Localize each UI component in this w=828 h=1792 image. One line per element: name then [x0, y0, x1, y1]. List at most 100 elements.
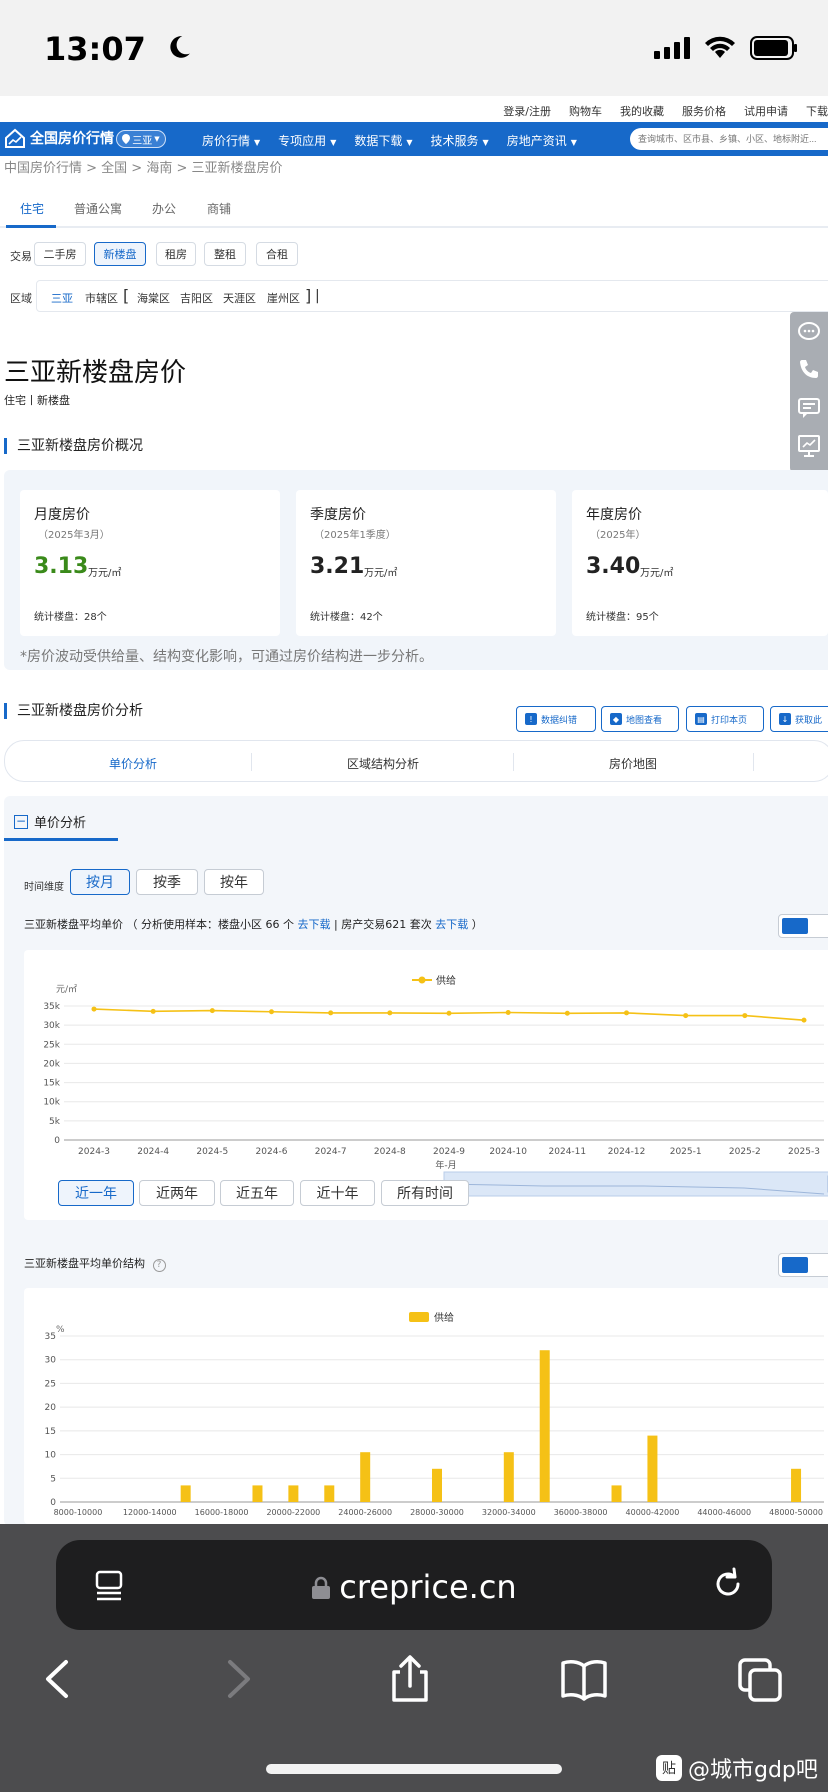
- url-value: creprice.cn: [339, 1568, 517, 1606]
- nav-price-trend[interactable]: 房价行情 ▼: [202, 132, 260, 149]
- utility-bar: 登录/注册 购物车 我的收藏 服务价格 试用申请 下载: [0, 96, 828, 122]
- caret-down-icon: ▼: [482, 138, 489, 147]
- region-jiyang[interactable]: 吉阳区: [180, 290, 213, 306]
- card-count: 统计楼盘：28个: [34, 612, 107, 623]
- back-icon[interactable]: [36, 1654, 84, 1704]
- range-all-button[interactable]: 所有时间: [381, 1180, 469, 1206]
- cart-link[interactable]: 购物车: [569, 103, 602, 119]
- phone-icon[interactable]: [797, 358, 821, 382]
- subtab-price-map[interactable]: 房价地图: [609, 755, 657, 772]
- subtab-divider: [513, 753, 514, 771]
- legend-label: 供给: [436, 974, 456, 987]
- trial-link[interactable]: 试用申请: [744, 103, 788, 119]
- nav-data-download[interactable]: 数据下载 ▼: [354, 132, 412, 149]
- y-tick-label: 10: [45, 1451, 57, 1461]
- caret-down-icon: ▼: [570, 138, 577, 147]
- range-10y-button[interactable]: 近十年: [300, 1180, 375, 1206]
- unit-analysis-toggle[interactable]: − 单价分析: [14, 812, 86, 831]
- download-link[interactable]: 下载: [806, 103, 828, 119]
- chart-view-icon[interactable]: [782, 1257, 808, 1273]
- subtab-region-structure[interactable]: 区域结构分析: [347, 755, 419, 772]
- x-tick-label: 28000-30000: [410, 1508, 464, 1517]
- tab-office[interactable]: 办公: [152, 200, 176, 217]
- monitor-icon[interactable]: [797, 434, 821, 458]
- chat-bubble-icon[interactable]: [797, 320, 821, 344]
- data-point: [387, 1010, 393, 1016]
- nav-special-apps[interactable]: 专项应用 ▼: [278, 132, 336, 149]
- share-icon[interactable]: [386, 1654, 434, 1704]
- data-correction-button[interactable]: ! 数据纠错: [516, 706, 596, 732]
- nav-label: 数据下载: [354, 134, 403, 148]
- chart-view-icon[interactable]: [782, 918, 808, 934]
- card-value: 3.21: [310, 554, 365, 579]
- city-selector[interactable]: 三亚 ▼: [116, 130, 166, 148]
- x-tick-label: 2025-2: [729, 1147, 761, 1157]
- download-transaction-link[interactable]: 去下载: [435, 918, 468, 931]
- tabs-icon[interactable]: [736, 1654, 784, 1704]
- chip-shared-rent[interactable]: 合租: [256, 242, 298, 266]
- y-tick-label: 35: [45, 1332, 56, 1342]
- chip-whole-rent[interactable]: 整租: [204, 242, 246, 266]
- chip-new-homes[interactable]: 新楼盘: [94, 242, 146, 266]
- x-tick-label: 2024-3: [78, 1147, 110, 1157]
- nav-tech-service[interactable]: 技术服务 ▼: [431, 132, 489, 149]
- region-city-districts[interactable]: 市辖区: [85, 290, 118, 306]
- pricing-link[interactable]: 服务价格: [682, 103, 726, 119]
- data-point: [328, 1010, 334, 1016]
- download-community-link[interactable]: 去下载: [298, 918, 331, 931]
- range-5y-button[interactable]: 近五年: [220, 1180, 294, 1206]
- x-tick-label: 40000-42000: [626, 1508, 680, 1517]
- y-tick-label: 35k: [43, 1002, 60, 1012]
- range-2y-button[interactable]: 近两年: [139, 1180, 215, 1206]
- print-button[interactable]: ▤ 打印本页: [686, 706, 764, 732]
- bookmarks-icon[interactable]: [560, 1654, 608, 1704]
- region-tianya[interactable]: 天涯区: [223, 290, 256, 306]
- page-title: 三亚新楼盘房价: [4, 358, 187, 388]
- by-year-button[interactable]: 按年: [204, 869, 264, 895]
- bar: [360, 1452, 371, 1502]
- x-tick-label: 8000-10000: [54, 1508, 103, 1517]
- chip-rent[interactable]: 租房: [156, 242, 196, 266]
- reload-icon[interactable]: [710, 1566, 746, 1602]
- tab-shop[interactable]: 商铺: [207, 200, 231, 217]
- chart1-view-toggle[interactable]: [778, 914, 828, 938]
- wifi-icon: [705, 36, 735, 58]
- range-1y-button[interactable]: 近一年: [58, 1180, 134, 1206]
- address-bar[interactable]: creprice.cn: [56, 1540, 772, 1630]
- chart2-title-text: 三亚新楼盘平均单价结构: [24, 1257, 145, 1270]
- search-input[interactable]: [630, 128, 828, 150]
- get-button[interactable]: ↓ 获取此: [770, 706, 828, 732]
- chart1-sample-info: | 房产交易621 套次: [334, 918, 432, 931]
- chart2-title: 三亚新楼盘平均单价结构 ?: [24, 1255, 166, 1272]
- nav-news[interactable]: 房地产资讯 ▼: [507, 132, 577, 149]
- by-month-button[interactable]: 按月: [70, 869, 130, 895]
- region-sanya[interactable]: 三亚: [51, 290, 73, 306]
- site-logo[interactable]: 全国房价行情: [4, 128, 114, 148]
- nav-label: 房价行情: [202, 134, 251, 148]
- x-tick-label: 48000-50000: [769, 1508, 823, 1517]
- y-tick-label: 5k: [49, 1117, 61, 1127]
- favorites-link[interactable]: 我的收藏: [620, 103, 664, 119]
- by-quarter-button[interactable]: 按季: [136, 869, 198, 895]
- zoom-slider: [443, 1171, 828, 1197]
- tab-apartment[interactable]: 普通公寓: [74, 200, 122, 217]
- region-yazhou[interactable]: 崖州区: [267, 290, 300, 306]
- x-tick-label: 32000-34000: [482, 1508, 536, 1517]
- region-haitang[interactable]: 海棠区: [137, 290, 170, 306]
- chip-second-hand[interactable]: 二手房: [34, 242, 86, 266]
- signal-icon: [654, 37, 690, 59]
- chart2-view-toggle[interactable]: [778, 1253, 828, 1277]
- forward-icon[interactable]: [212, 1654, 260, 1704]
- login-link[interactable]: 登录/注册: [503, 103, 551, 119]
- message-icon[interactable]: [797, 396, 821, 420]
- help-icon[interactable]: ?: [152, 1259, 166, 1272]
- card-title: 年度房价: [586, 507, 642, 523]
- map-view-button[interactable]: ◆ 地图查看: [601, 706, 679, 732]
- bar: [611, 1485, 622, 1502]
- tab-residential[interactable]: 住宅: [20, 200, 44, 217]
- nav-label: 技术服务: [430, 134, 479, 148]
- bar: [503, 1452, 514, 1502]
- button-label: 地图查看: [626, 715, 663, 726]
- subtab-unit-price[interactable]: 单价分析: [109, 755, 157, 772]
- x-tick-label: 2024-6: [256, 1147, 288, 1157]
